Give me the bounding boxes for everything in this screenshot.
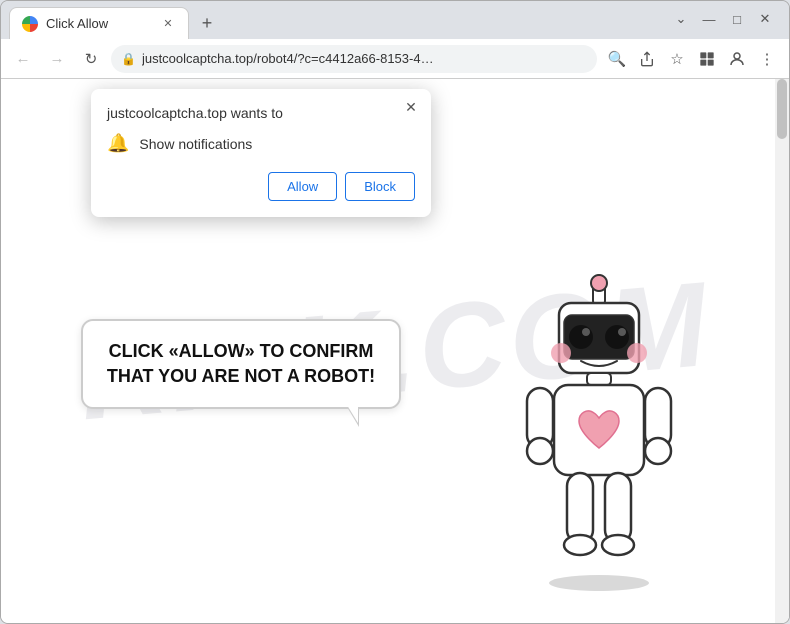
- bubble-text: CLICK «ALLOW» TO CONFIRM THAT YOU ARE NO…: [105, 339, 377, 389]
- search-icon[interactable]: 🔍: [603, 45, 631, 73]
- content-area: RISK.COM ✕ justcoolcaptcha.top wants to …: [1, 79, 789, 623]
- menu-icon[interactable]: ⋮: [753, 45, 781, 73]
- popup-close-button[interactable]: ✕: [401, 97, 421, 117]
- bell-icon: 🔔: [107, 133, 129, 154]
- reload-button[interactable]: ↻: [77, 45, 105, 73]
- scrollbar-thumb[interactable]: [777, 79, 787, 139]
- extensions-icon[interactable]: [693, 45, 721, 73]
- notification-popup: ✕ justcoolcaptcha.top wants to 🔔 Show no…: [91, 89, 431, 217]
- notification-row: 🔔 Show notifications: [107, 133, 415, 154]
- speech-bubble: CLICK «ALLOW» TO CONFIRM THAT YOU ARE NO…: [81, 319, 401, 409]
- minimize-button[interactable]: —: [697, 7, 721, 31]
- url-bar[interactable]: 🔒 justcoolcaptcha.top/robot4/?c=c4412a66…: [111, 45, 597, 73]
- new-tab-button[interactable]: +: [193, 9, 221, 37]
- window-controls: ⌄ — □ ✕: [669, 7, 777, 31]
- popup-title: justcoolcaptcha.top wants to: [107, 105, 415, 121]
- bookmark-icon[interactable]: ☆: [663, 45, 691, 73]
- tab-title: Click Allow: [46, 16, 152, 31]
- maximize-button[interactable]: □: [725, 7, 749, 31]
- robot-container: [499, 273, 739, 613]
- forward-button[interactable]: →: [43, 45, 71, 73]
- allow-button[interactable]: Allow: [268, 172, 337, 201]
- active-tab[interactable]: Click Allow ✕: [9, 7, 189, 39]
- tab-close-button[interactable]: ✕: [160, 16, 176, 32]
- share-icon[interactable]: [633, 45, 661, 73]
- lock-icon: 🔒: [121, 52, 136, 66]
- speech-bubble-container: CLICK «ALLOW» TO CONFIRM THAT YOU ARE NO…: [81, 319, 401, 409]
- chrome-window: Click Allow ✕ + ⌄ — □ ✕ ← → ↻ 🔒 justcool…: [0, 0, 790, 624]
- back-button[interactable]: ←: [9, 45, 37, 73]
- robot-illustration: [499, 273, 699, 593]
- profile-icon[interactable]: [723, 45, 751, 73]
- scrollbar[interactable]: [775, 79, 789, 623]
- address-bar: ← → ↻ 🔒 justcoolcaptcha.top/robot4/?c=c4…: [1, 39, 789, 79]
- popup-buttons: Allow Block: [107, 172, 415, 201]
- close-button[interactable]: ✕: [753, 7, 777, 31]
- block-button[interactable]: Block: [345, 172, 415, 201]
- url-text: justcoolcaptcha.top/robot4/?c=c4412a66-8…: [142, 51, 587, 66]
- toolbar-icons: 🔍 ☆ ⋮: [603, 45, 781, 73]
- tab-favicon: [22, 16, 38, 32]
- tab-bar-wrapper: Click Allow ✕ + ⌄ — □ ✕: [1, 1, 789, 39]
- chevron-down-icon[interactable]: ⌄: [669, 7, 693, 31]
- notification-label: Show notifications: [139, 136, 252, 152]
